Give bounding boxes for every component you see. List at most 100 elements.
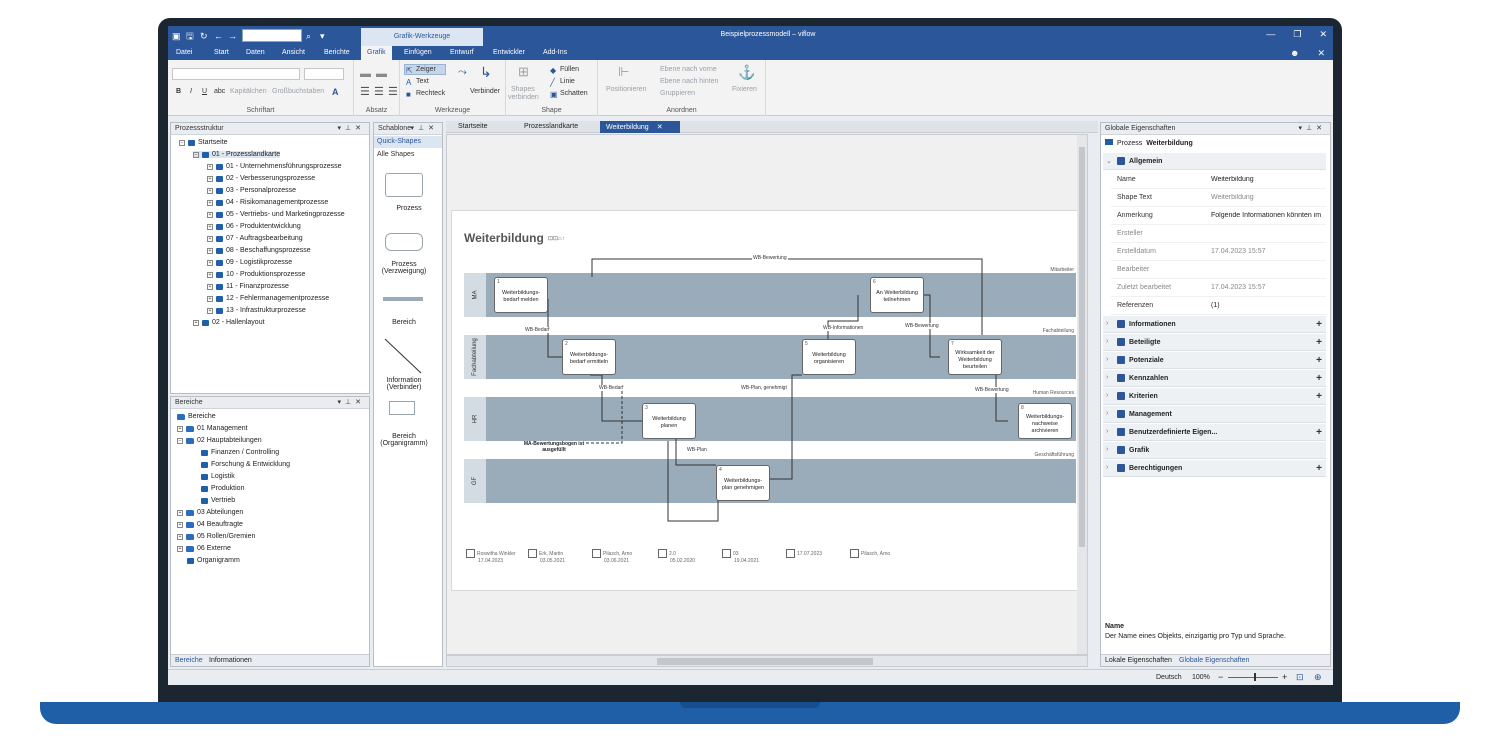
collapse-icon[interactable]: − — [193, 151, 199, 158]
expand-icon[interactable]: + — [207, 247, 213, 254]
tab-informationen[interactable]: Informationen — [209, 657, 252, 664]
line-button[interactable]: Linie — [560, 78, 575, 85]
fill-button[interactable]: Füllen — [560, 66, 579, 73]
bold-button[interactable]: B — [176, 88, 181, 95]
scroll-thumb[interactable] — [1079, 147, 1085, 547]
process-branch-shape[interactable] — [385, 233, 423, 251]
expand-icon[interactable]: + — [207, 295, 213, 302]
group-button[interactable]: Gruppieren — [660, 90, 695, 97]
menu-add-ins[interactable]: Add-Ins — [543, 49, 567, 56]
horizontal-scrollbar[interactable] — [446, 655, 1088, 667]
add-icon[interactable]: + — [1316, 337, 1322, 348]
property-group[interactable]: › Berechtigungen + — [1103, 460, 1326, 477]
stencil-quick-shapes[interactable]: Quick-Shapes — [374, 136, 442, 148]
position-button[interactable]: Positionieren — [606, 86, 646, 93]
property-row[interactable]: Ersteller — [1111, 225, 1326, 243]
tree-item[interactable]: +04 - Risikomanagementprozesse — [207, 199, 328, 206]
pane-pin-close-icons[interactable]: ▾⊥✕ — [338, 398, 365, 406]
forward-icon[interactable]: → — [228, 31, 238, 41]
information-connector-shape[interactable] — [383, 337, 425, 377]
process-box[interactable]: 1 Weiterbildungs-bedarf melden — [494, 277, 548, 313]
expand-icon[interactable]: + — [207, 271, 213, 278]
pane-pin-close-icons[interactable]: ▾⊥✕ — [1299, 124, 1326, 132]
add-icon[interactable]: + — [1316, 319, 1322, 330]
pane-pin-close-icons[interactable]: ▾⊥✕ — [338, 124, 365, 132]
tree-item[interactable]: +07 - Auftragsbearbeitung — [207, 235, 303, 242]
collapse-icon[interactable]: − — [177, 437, 183, 444]
expand-icon[interactable]: + — [207, 235, 213, 242]
tree-item[interactable]: +09 - Logistikprozesse — [207, 259, 292, 266]
property-row[interactable]: Referenzen (1) — [1111, 297, 1326, 315]
menu-datei[interactable]: Datei — [176, 49, 192, 56]
connector-small-icon[interactable]: ⤳ — [458, 66, 467, 78]
bring-forward-button[interactable]: Ebene nach vorne — [660, 66, 717, 73]
process-box[interactable]: 8 Weiterbildungs-nachweise archivieren — [1018, 403, 1072, 439]
area-item[interactable]: Organigramm — [187, 557, 240, 564]
property-group[interactable]: › Beteiligte + — [1103, 334, 1326, 351]
tree-item[interactable]: +10 - Produktionsprozesse — [207, 271, 305, 278]
small-caps-button[interactable]: Kapitälchen — [230, 88, 267, 95]
add-icon[interactable]: + — [1316, 391, 1322, 402]
tab-prozesslandkarte[interactable]: Prozesslandkarte — [518, 121, 584, 133]
property-group-general[interactable]: ⌄ Allgemein — [1103, 153, 1326, 170]
area-item[interactable]: +04 Beauftragte — [177, 521, 243, 528]
all-caps-button[interactable]: Großbuchstaben — [272, 88, 324, 95]
area-item[interactable]: Forschung & Entwicklung — [201, 461, 290, 468]
org-area-shape[interactable] — [389, 401, 415, 415]
search-icon[interactable]: ⌕ — [306, 31, 316, 41]
tab-startseite[interactable]: Startseite — [452, 121, 494, 133]
expand-icon[interactable]: + — [207, 223, 213, 230]
property-group[interactable]: › Potenziale + — [1103, 352, 1326, 369]
property-row[interactable]: Zuletzt bearbeitet 17.04.2023 15:57 — [1111, 279, 1326, 297]
area-item[interactable]: +03 Abteilungen — [177, 509, 243, 516]
zoom-in-button[interactable]: + — [1282, 672, 1287, 682]
process-box[interactable]: 3 Weiterbildung planen — [642, 403, 696, 439]
pane-pin-close-icons[interactable]: ▾⊥✕ — [411, 124, 438, 132]
back-icon[interactable]: ← — [214, 31, 224, 41]
user-icon[interactable]: ☻ — [1290, 48, 1299, 59]
expand-icon[interactable]: + — [193, 319, 199, 326]
diagram-canvas[interactable]: Weiterbildung ⊡⊡⌂↑ MA Mitarbeiter Fachab… — [446, 134, 1088, 655]
area-item[interactable]: +05 Rollen/Gremien — [177, 533, 255, 540]
tree-item[interactable]: +03 - Personalprozesse — [207, 187, 296, 194]
tree-item[interactable]: +12 - Fehlermanagementprozesse — [207, 295, 329, 302]
property-group[interactable]: › Benutzerdefinierte Eigen... + — [1103, 424, 1326, 441]
rectangle-tool-label[interactable]: Rechteck — [416, 90, 445, 97]
font-color-button[interactable]: A — [332, 87, 339, 97]
tree-item-startseite[interactable]: − Startseite — [179, 139, 228, 146]
shadow-button[interactable]: Schatten — [560, 90, 588, 97]
connector-icon[interactable]: ↳ — [480, 65, 492, 79]
process-box[interactable]: 5 Weiterbildung organisieren — [802, 339, 856, 375]
zoom-slider[interactable] — [1228, 677, 1278, 678]
position-icon[interactable]: ⊩ — [618, 65, 629, 78]
expand-icon[interactable]: + — [207, 199, 213, 206]
menu-start[interactable]: Start — [214, 49, 229, 56]
expand-icon[interactable]: + — [207, 163, 213, 170]
menu-berichte[interactable]: Berichte — [324, 49, 350, 56]
area-item[interactable]: Produktion — [201, 485, 244, 492]
expand-icon[interactable]: + — [207, 259, 213, 266]
align-center-icon[interactable]: ☰ — [374, 86, 384, 98]
qat-dropdown-icon[interactable]: ▾ — [320, 31, 330, 41]
tree-item[interactable]: +01 - Unternehmensführungsprozesse — [207, 163, 342, 170]
property-group[interactable]: › Kennzahlen + — [1103, 370, 1326, 387]
property-row[interactable]: Name Weiterbildung — [1111, 171, 1326, 189]
pointer-tool-label[interactable]: Zeiger — [416, 66, 436, 73]
zoom-slider-handle[interactable] — [1254, 673, 1256, 681]
menu-grafik[interactable]: Grafik — [361, 46, 392, 60]
tab-global-properties[interactable]: Globale Eigenschaften — [1179, 657, 1249, 664]
menu-entwickler[interactable]: Entwickler — [493, 49, 525, 56]
area-item[interactable]: Vertrieb — [201, 497, 235, 504]
process-box[interactable]: 7 Wirksamkeit der Weiterbildung beurteilen — [948, 339, 1002, 375]
close-tab-icon[interactable]: ✕ — [657, 124, 663, 131]
save-icon[interactable]: 🖫 — [186, 31, 196, 41]
align-middle-icon[interactable]: ▬ — [376, 68, 387, 80]
tab-weiterbildung[interactable]: Weiterbildung ✕ — [600, 121, 680, 133]
property-row[interactable]: Anmerkung Folgende Informationen könnten … — [1111, 207, 1326, 225]
restore-button[interactable]: ❐ — [1293, 29, 1301, 40]
close-document-icon[interactable]: ✕ — [1317, 48, 1325, 59]
menu-entwurf[interactable]: Entwurf — [450, 49, 474, 56]
add-icon[interactable]: + — [1316, 355, 1322, 366]
tab-local-properties[interactable]: Lokale Eigenschaften — [1105, 657, 1172, 664]
property-group[interactable]: › Grafik — [1103, 442, 1326, 459]
